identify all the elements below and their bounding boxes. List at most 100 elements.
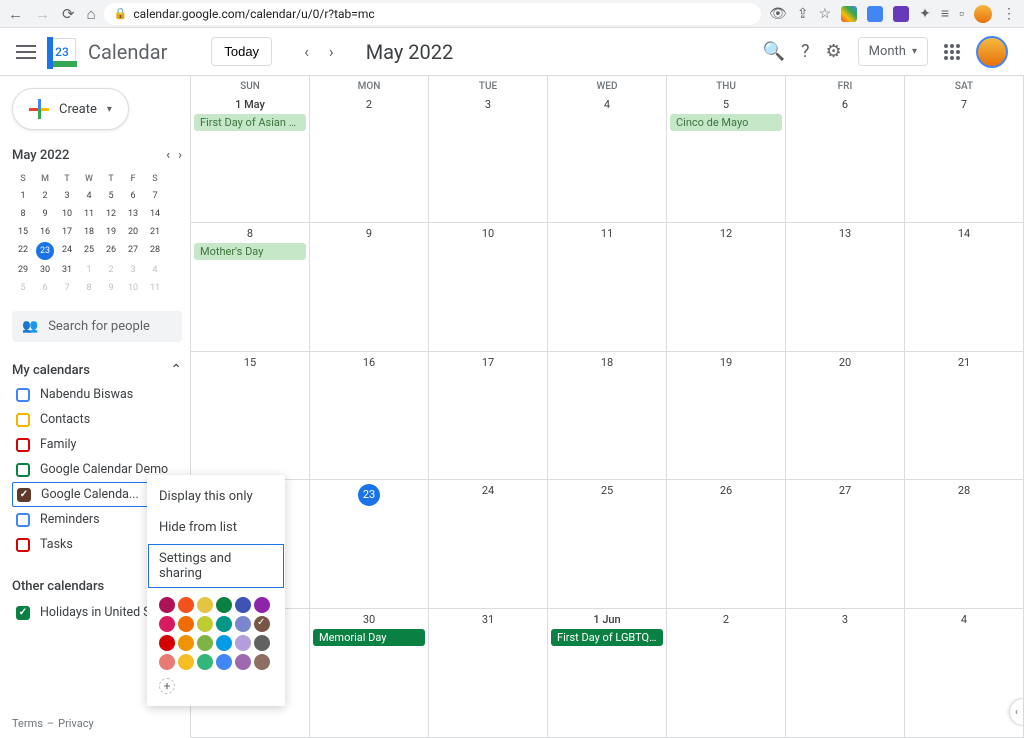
mini-day[interactable]: 8 xyxy=(12,205,34,223)
today-button[interactable]: Today xyxy=(211,37,272,66)
color-option[interactable] xyxy=(178,654,194,670)
day-cell[interactable]: 3 xyxy=(786,609,905,738)
day-cell[interactable]: 12 xyxy=(667,223,786,352)
mini-day[interactable]: 7 xyxy=(56,279,78,297)
event-chip[interactable]: First Day of Asian Pacific xyxy=(194,114,306,131)
mini-day[interactable]: 1 xyxy=(12,187,34,205)
calendar-list-item[interactable]: Nabendu Biswas xyxy=(12,382,182,407)
color-option[interactable] xyxy=(159,597,175,613)
back-icon[interactable]: ← xyxy=(8,5,23,23)
extension-icon-3[interactable] xyxy=(893,6,909,22)
day-cell[interactable]: 17 xyxy=(429,352,548,481)
color-option[interactable] xyxy=(178,597,194,613)
prev-period-icon[interactable]: ‹ xyxy=(296,38,317,65)
mini-day[interactable]: 19 xyxy=(100,223,122,241)
event-chip[interactable]: First Day of LGBTQ+ Pride xyxy=(551,629,663,646)
day-cell[interactable]: 4 xyxy=(905,609,1024,738)
mini-day[interactable]: 12 xyxy=(100,205,122,223)
mini-day[interactable]: 17 xyxy=(56,223,78,241)
panel-icon[interactable]: ▫ xyxy=(959,5,964,22)
color-option[interactable] xyxy=(216,635,232,651)
menu-item[interactable]: Hide from list xyxy=(147,512,285,543)
mini-day[interactable]: 16 xyxy=(34,223,56,241)
account-avatar[interactable] xyxy=(976,36,1008,68)
terms-link[interactable]: Terms xyxy=(12,717,43,730)
checkbox[interactable] xyxy=(16,438,30,452)
mini-day[interactable]: 23 xyxy=(36,242,54,260)
mini-day[interactable]: 28 xyxy=(144,241,166,261)
day-cell[interactable]: 11 xyxy=(548,223,667,352)
color-option[interactable] xyxy=(216,597,232,613)
mini-day[interactable]: 25 xyxy=(78,241,100,261)
color-option[interactable] xyxy=(254,597,270,613)
day-cell[interactable]: 10 xyxy=(429,223,548,352)
day-cell[interactable]: 4 xyxy=(548,94,667,223)
color-option[interactable] xyxy=(235,597,251,613)
color-option[interactable] xyxy=(159,616,175,632)
checkbox[interactable] xyxy=(16,388,30,402)
apps-icon[interactable] xyxy=(944,44,960,60)
color-option[interactable] xyxy=(254,635,270,651)
mini-day[interactable]: 3 xyxy=(56,187,78,205)
day-cell[interactable]: 8Mother's Day xyxy=(191,223,310,352)
mini-day[interactable]: 11 xyxy=(78,205,100,223)
day-cell[interactable]: 28 xyxy=(905,480,1024,609)
mini-day[interactable]: 4 xyxy=(78,187,100,205)
mini-day[interactable]: 20 xyxy=(122,223,144,241)
search-people-input[interactable]: 👥 Search for people xyxy=(12,311,182,342)
color-option[interactable] xyxy=(235,635,251,651)
gear-icon[interactable]: ⚙ xyxy=(825,41,841,62)
event-chip[interactable]: Memorial Day xyxy=(313,629,425,646)
my-calendars-header[interactable]: My calendars ⌃ xyxy=(12,358,182,382)
color-option[interactable] xyxy=(216,654,232,670)
color-option[interactable] xyxy=(159,654,175,670)
mini-day[interactable]: 24 xyxy=(56,241,78,261)
day-cell[interactable]: 14 xyxy=(905,223,1024,352)
extension-icon-2[interactable] xyxy=(867,6,883,22)
day-cell[interactable]: 9 xyxy=(310,223,429,352)
mini-day[interactable]: 9 xyxy=(34,205,56,223)
checkbox[interactable] xyxy=(16,463,30,477)
mini-prev-icon[interactable]: ‹ xyxy=(166,148,170,163)
color-option[interactable] xyxy=(197,616,213,632)
day-cell[interactable]: 20 xyxy=(786,352,905,481)
day-cell[interactable]: 6 xyxy=(786,94,905,223)
color-option[interactable] xyxy=(197,597,213,613)
color-option[interactable] xyxy=(216,616,232,632)
event-chip[interactable]: Cinco de Mayo xyxy=(670,114,782,131)
share-icon[interactable]: ⇪ xyxy=(797,6,809,22)
day-cell[interactable]: 15 xyxy=(191,352,310,481)
checkbox[interactable] xyxy=(17,488,31,502)
help-icon[interactable]: ? xyxy=(801,41,810,62)
browser-avatar[interactable] xyxy=(974,5,992,23)
day-cell[interactable]: 26 xyxy=(667,480,786,609)
checkbox[interactable] xyxy=(16,513,30,527)
privacy-link[interactable]: Privacy xyxy=(58,717,94,730)
mini-day[interactable]: 10 xyxy=(122,279,144,297)
mini-day[interactable]: 6 xyxy=(122,187,144,205)
day-cell[interactable]: 1 JunFirst Day of LGBTQ+ Pride xyxy=(548,609,667,738)
menu-item[interactable]: Settings and sharing xyxy=(147,543,285,589)
forward-icon[interactable]: → xyxy=(35,5,50,23)
mini-day[interactable]: 2 xyxy=(34,187,56,205)
day-cell[interactable]: 7 xyxy=(905,94,1024,223)
mini-day[interactable]: 1 xyxy=(78,261,100,279)
mini-day[interactable]: 5 xyxy=(12,279,34,297)
mini-day[interactable]: 13 xyxy=(122,205,144,223)
calendar-list-item[interactable]: Contacts xyxy=(12,407,182,432)
mini-day[interactable]: 27 xyxy=(122,241,144,261)
reading-list-icon[interactable]: ≡ xyxy=(941,5,949,22)
color-option[interactable] xyxy=(254,616,270,632)
mini-day[interactable]: 21 xyxy=(144,223,166,241)
mini-day[interactable]: 2 xyxy=(100,261,122,279)
day-cell[interactable]: 30Memorial Day xyxy=(310,609,429,738)
main-menu-icon[interactable] xyxy=(16,45,36,59)
mini-day[interactable]: 29 xyxy=(12,261,34,279)
day-cell[interactable]: 19 xyxy=(667,352,786,481)
day-cell[interactable]: 31 xyxy=(429,609,548,738)
mini-day[interactable]: 5 xyxy=(100,187,122,205)
mini-day[interactable]: 6 xyxy=(34,279,56,297)
mini-day[interactable]: 7 xyxy=(144,187,166,205)
color-option[interactable] xyxy=(235,654,251,670)
checkbox[interactable] xyxy=(16,538,30,552)
